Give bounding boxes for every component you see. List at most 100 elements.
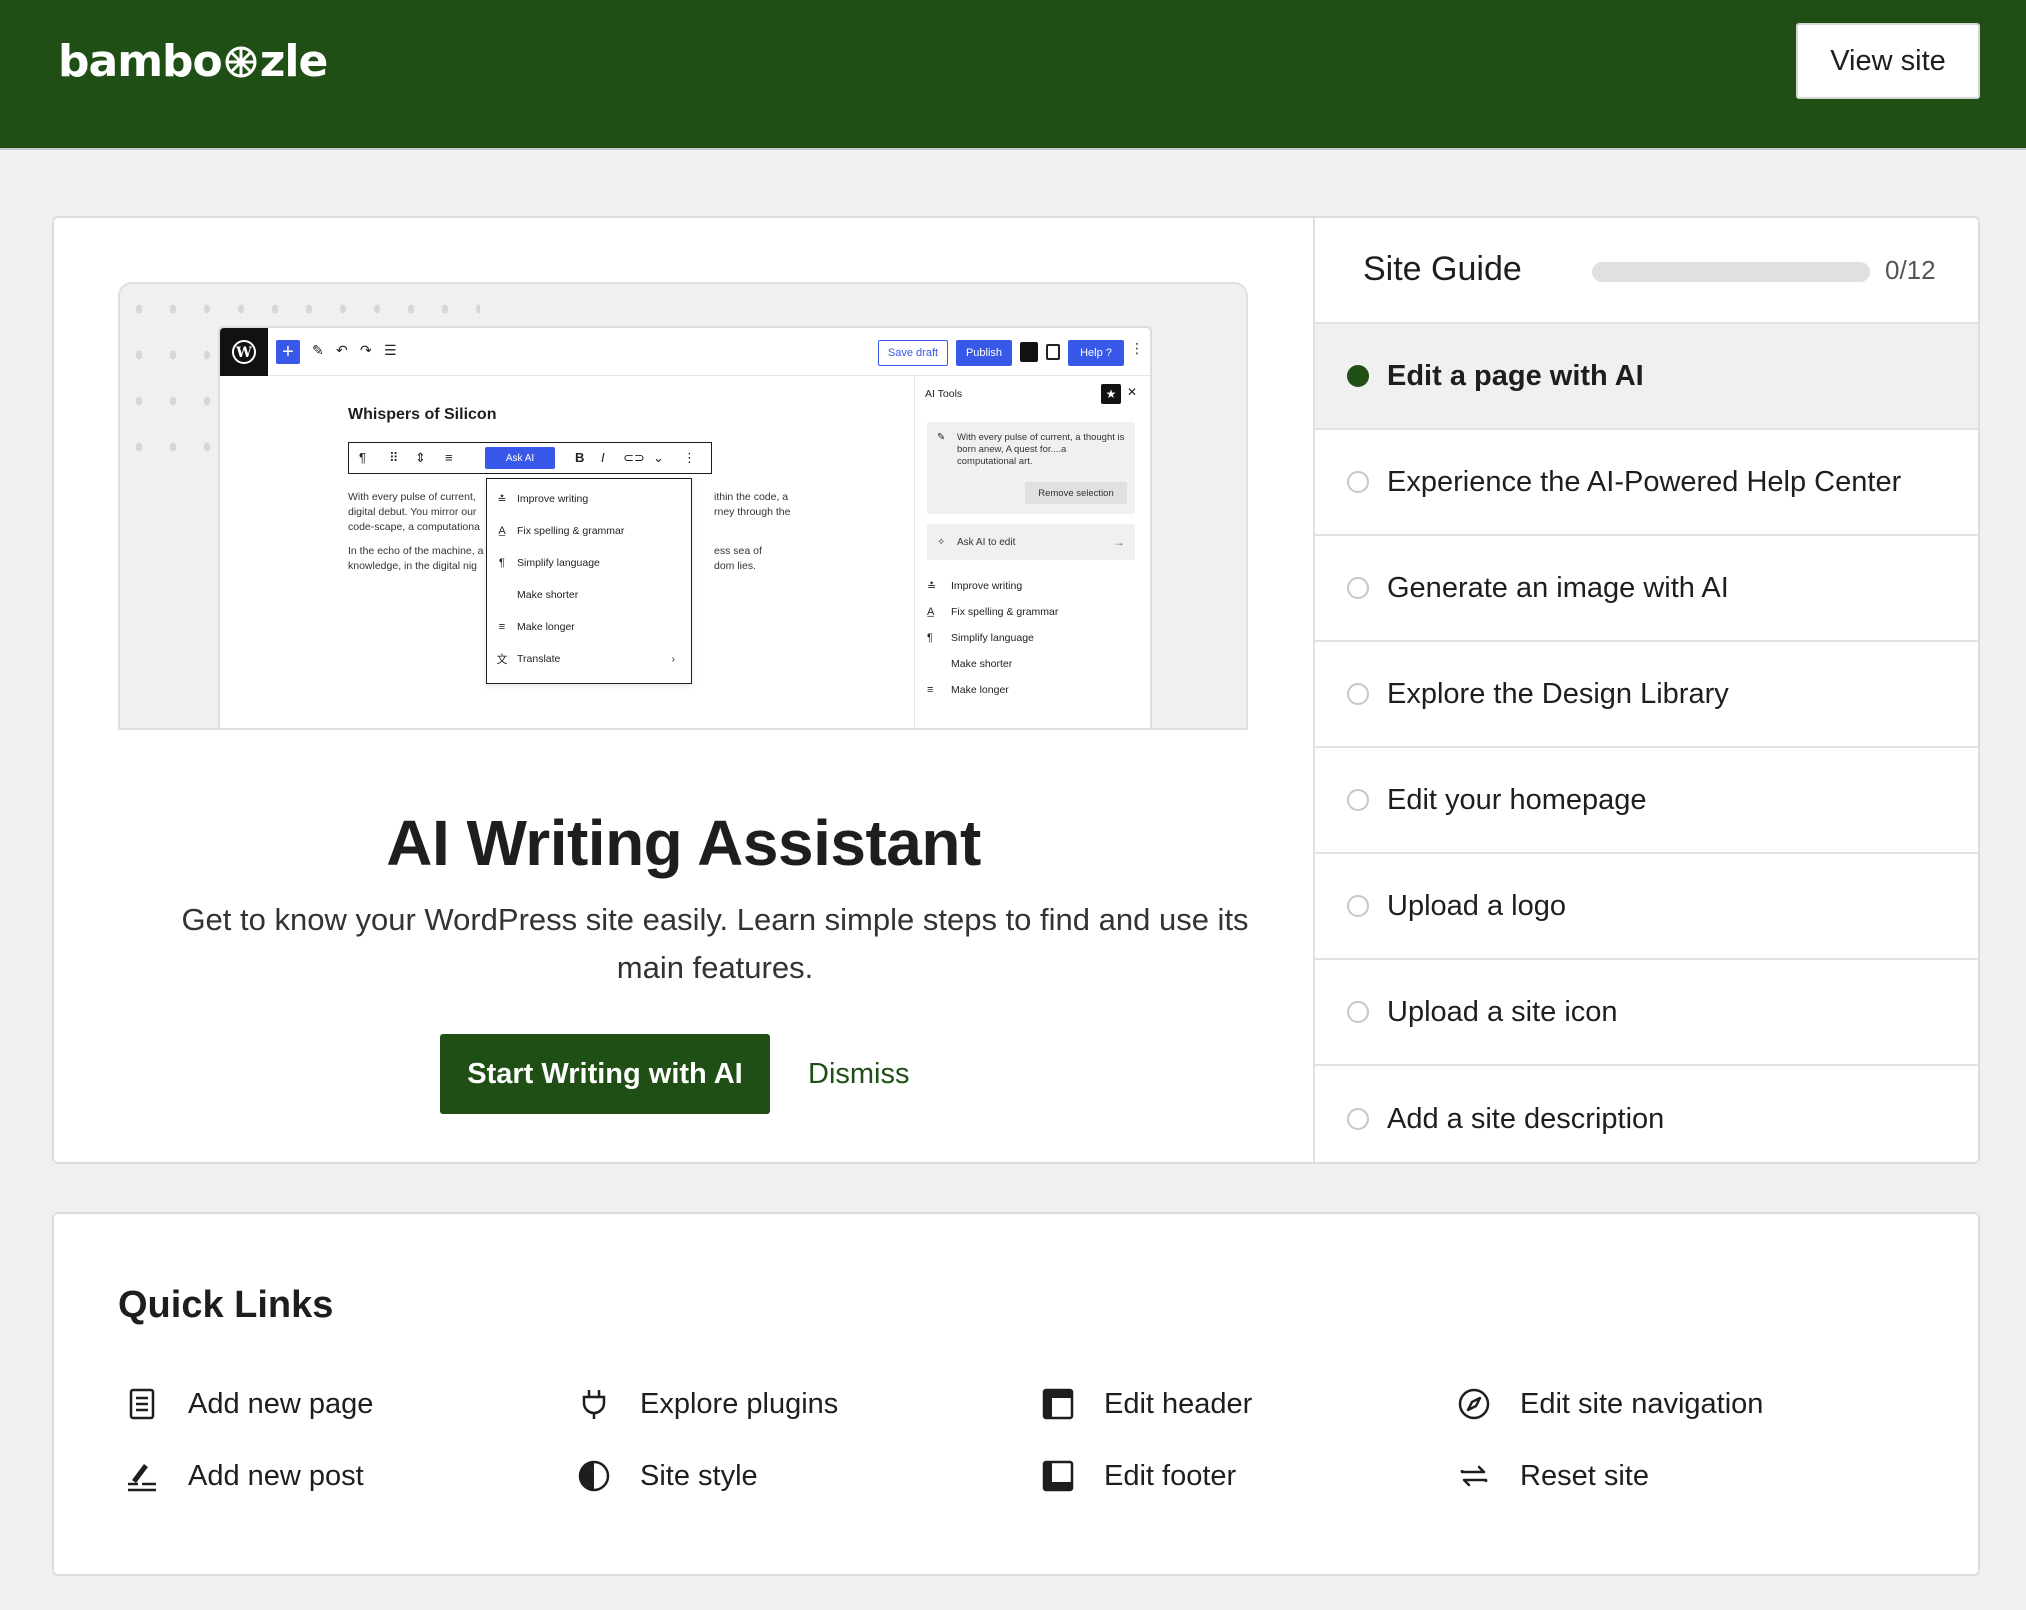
lines-icon: ≡ — [927, 684, 934, 696]
site-logo[interactable]: bambo zle — [58, 36, 329, 87]
site-guide-panel: Site Guide 0/12 Edit a page with AI Expe… — [1313, 218, 1978, 1162]
quick-link-label: Edit header — [1104, 1387, 1253, 1420]
site-guide-progress-bar — [1592, 262, 1870, 282]
ai-panel-item: ≛ Improve writing — [927, 576, 1022, 596]
quick-links-card: Quick Links Add new page Explore plugins… — [52, 1212, 1980, 1576]
ask-ai-to-edit-field: ✧ Ask AI to edit → — [927, 524, 1135, 560]
menu-item: ¶ Simplify language — [487, 547, 691, 579]
quick-links-title: Quick Links — [118, 1284, 334, 1326]
start-writing-button[interactable]: Start Writing with AI — [440, 1034, 770, 1114]
logo-text-right: zle — [259, 36, 329, 87]
radio-circle-icon — [1347, 1001, 1369, 1023]
feature-title: AI Writing Assistant — [386, 807, 981, 879]
guide-item-label: Edit a page with AI — [1387, 359, 1644, 392]
undo-icon: ↶ — [336, 342, 348, 358]
menu-item-label: Translate — [517, 653, 561, 665]
active-dot-icon — [1347, 365, 1369, 387]
logo-text-left: bambo — [58, 36, 223, 87]
ai-tools-title: AI Tools — [925, 388, 963, 400]
guide-item-logo[interactable]: Upload a logo — [1315, 854, 1978, 960]
quick-link-edit-header[interactable]: Edit header — [1040, 1380, 1252, 1428]
ask-ai-label: Ask AI — [485, 447, 555, 469]
quick-link-label: Edit footer — [1104, 1459, 1237, 1492]
quick-link-label: Edit site navigation — [1520, 1387, 1764, 1420]
quick-link-label: Reset site — [1520, 1459, 1649, 1492]
ai-panel-item-label: Improve writing — [951, 580, 1023, 592]
site-guide-title: Site Guide — [1363, 250, 1522, 288]
quick-link-add-new-page[interactable]: Add new page — [124, 1380, 373, 1428]
quick-link-site-style[interactable]: Site style — [576, 1452, 758, 1500]
radio-circle-icon — [1347, 789, 1369, 811]
guide-item-label: Experience the AI-Powered Help Center — [1387, 465, 1902, 498]
quick-link-label: Add new post — [188, 1459, 364, 1492]
site-guide-header: Site Guide 0/12 — [1315, 218, 1978, 324]
editor-mockup: W + ✎ ↶ ↷ ☰ Save draft Publish Help ? ⋮ … — [218, 326, 1152, 728]
menu-item: 文 Translate › — [487, 643, 691, 675]
paragraph-1-right: ithin the code, a rney through the — [714, 490, 834, 520]
selection-text: With every pulse of current, a thought i… — [957, 432, 1125, 467]
guide-item-generate-image[interactable]: Generate an image with AI — [1315, 536, 1978, 642]
feature-preview-image: W + ✎ ↶ ↷ ☰ Save draft Publish Help ? ⋮ … — [118, 282, 1248, 730]
bold-icon: B — [575, 450, 585, 465]
ai-tools-panel: AI Tools ★ ✕ ✎ With every pulse of curre… — [914, 376, 1150, 728]
compass-icon — [1458, 1388, 1490, 1420]
para-line: dom lies. — [714, 560, 757, 572]
menu-item: A̲ Fix spelling & grammar — [487, 515, 691, 547]
guide-item-site-icon[interactable]: Upload a site icon — [1315, 960, 1978, 1066]
paragraph-icon: ¶ — [499, 557, 505, 569]
more-vertical-icon: ⋮ — [1130, 340, 1144, 356]
guide-item-help-center[interactable]: Experience the AI-Powered Help Center — [1315, 430, 1978, 536]
block-toolbar: ¶ ⠿ ⇕ ≡ Ask AI B I ⊂⊃ ⌄ ⋮ — [348, 442, 712, 474]
menu-item-label: Fix spelling & grammar — [517, 525, 625, 537]
ai-panel-item-label: Fix spelling & grammar — [951, 606, 1059, 618]
star-icon: ★ — [1101, 384, 1121, 404]
quick-link-label: Site style — [640, 1459, 758, 1492]
ai-panel-item-label: Make shorter — [951, 658, 1013, 670]
link-icon: ⊂⊃ — [623, 450, 645, 465]
menu-item-label: Make longer — [517, 621, 575, 633]
guide-item-label: Upload a logo — [1387, 889, 1566, 922]
help-label: Help ? — [1068, 340, 1124, 366]
para-line: rney through the — [714, 506, 791, 518]
footer-icon — [1042, 1460, 1074, 1492]
menu-item: ≛ Improve writing — [487, 483, 691, 515]
ai-panel-item: ¶ Simplify language — [927, 628, 1034, 648]
quick-link-explore-plugins[interactable]: Explore plugins — [576, 1380, 838, 1428]
dismiss-button[interactable]: Dismiss — [808, 1034, 910, 1114]
paragraph-icon: ¶ — [927, 632, 933, 644]
ask-ai-edit-text: Ask AI to edit — [957, 536, 1016, 548]
guide-item-homepage[interactable]: Edit your homepage — [1315, 748, 1978, 854]
ai-panel-item: Make shorter — [927, 654, 1012, 674]
logo-star-icon — [225, 46, 257, 77]
guide-item-edit-page-ai[interactable]: Edit a page with AI — [1315, 324, 1978, 430]
guide-item-label: Edit your homepage — [1387, 783, 1647, 816]
quick-link-edit-site-navigation[interactable]: Edit site navigation — [1456, 1380, 1763, 1428]
contrast-icon — [578, 1460, 610, 1492]
spelling-icon: A̲ — [498, 525, 506, 537]
guide-item-design-library[interactable]: Explore the Design Library — [1315, 642, 1978, 748]
ai-panel-item: ≡ Make longer — [927, 680, 1009, 700]
translate-icon: 文 — [496, 654, 508, 666]
quick-link-reset-site[interactable]: Reset site — [1456, 1452, 1649, 1500]
radio-circle-icon — [1347, 1108, 1369, 1130]
menu-item-label: Simplify language — [517, 557, 600, 569]
remove-selection-label: Remove selection — [1025, 482, 1127, 504]
paragraph-icon: ¶ — [359, 450, 366, 465]
guide-item-label: Upload a site icon — [1387, 995, 1618, 1028]
para-line: ithin the code, a — [714, 491, 789, 503]
menu-item: Make shorter — [487, 579, 691, 611]
quick-link-label: Add new page — [188, 1387, 374, 1420]
top-bar: bambo zle View site — [0, 0, 2026, 150]
guide-item-site-description[interactable]: Add a site description — [1315, 1066, 1978, 1162]
close-icon: ✕ — [1127, 385, 1138, 399]
arrow-right-icon: → — [1113, 535, 1125, 549]
quick-link-edit-footer[interactable]: Edit footer — [1040, 1452, 1236, 1500]
more-vertical-icon: ⋮ — [683, 450, 696, 465]
feature-description: Get to know your WordPress site easily. … — [181, 902, 1249, 985]
view-site-button[interactable]: View site — [1796, 23, 1980, 99]
header-icon — [1042, 1388, 1074, 1420]
wordpress-logo-icon: W — [220, 328, 268, 376]
quick-link-add-new-post[interactable]: Add new post — [124, 1452, 364, 1500]
lines-icon: ≡ — [498, 621, 506, 633]
radio-circle-icon — [1347, 471, 1369, 493]
